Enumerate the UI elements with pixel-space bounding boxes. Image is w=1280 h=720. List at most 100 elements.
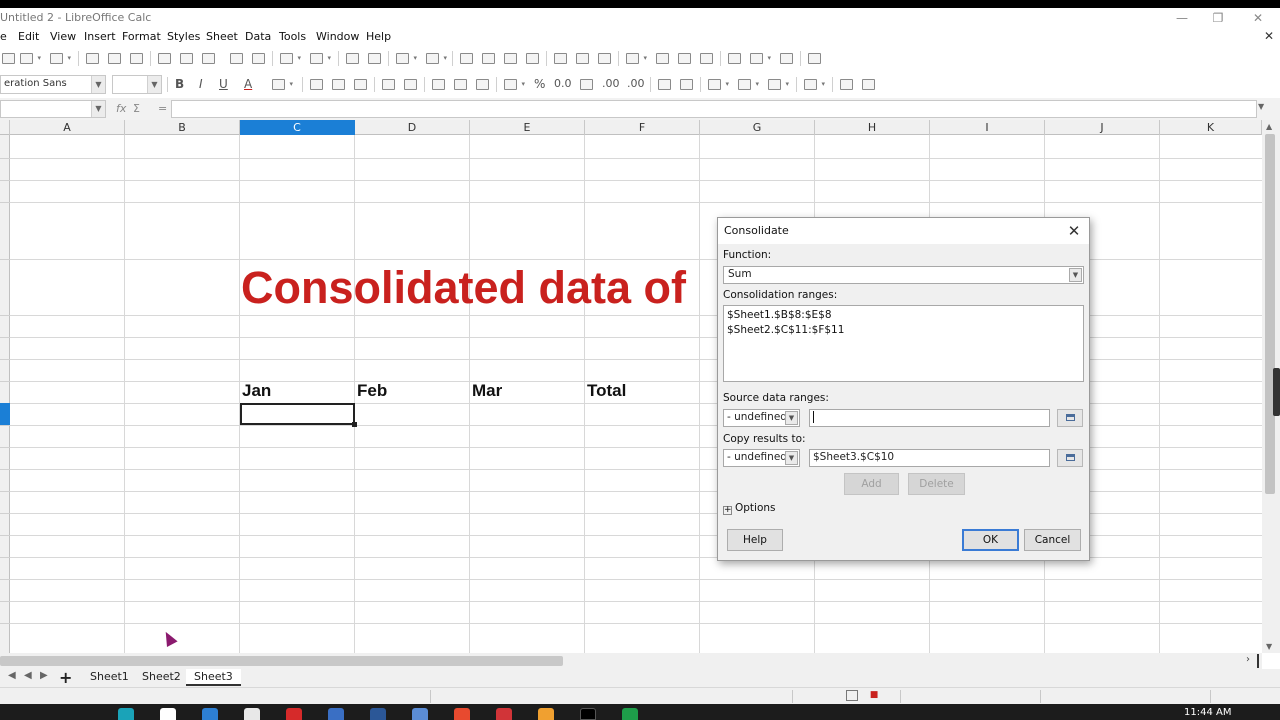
add-decimal-button[interactable]: .00: [602, 77, 620, 90]
minimize-button[interactable]: —: [1164, 10, 1200, 26]
next-sheet-icon[interactable]: ▶: [40, 670, 48, 681]
taskbar-app-icon[interactable]: [244, 708, 260, 720]
split-window-icon[interactable]: [778, 50, 795, 67]
menu-view[interactable]: View: [50, 30, 76, 43]
tab-sheet1[interactable]: Sheet1: [82, 669, 137, 686]
header-cell-jan[interactable]: Jan: [242, 381, 271, 401]
font-color-button[interactable]: A: [244, 77, 252, 91]
pivot-table-icon[interactable]: [596, 50, 613, 67]
headers-footers-icon[interactable]: [698, 50, 715, 67]
document-close-button[interactable]: ✕: [1264, 29, 1274, 43]
row-header-selected[interactable]: [0, 403, 10, 425]
first-sheet-icon[interactable]: ◀: [8, 670, 16, 681]
taskbar-app-icon[interactable]: [370, 708, 386, 720]
cut-icon[interactable]: [156, 50, 173, 67]
chevron-down-icon[interactable]: ▼: [91, 76, 105, 93]
special-character-icon[interactable]: ▾: [624, 50, 647, 67]
font-size-combo[interactable]: ▼: [112, 75, 162, 94]
column-header-a[interactable]: A: [10, 120, 125, 135]
define-print-area-icon[interactable]: [726, 50, 743, 67]
sidebar-toggle-handle[interactable]: [1273, 368, 1280, 416]
taskbar-app-icon[interactable]: [328, 708, 344, 720]
spelling-icon[interactable]: [366, 50, 383, 67]
clear-formatting-icon[interactable]: [250, 50, 267, 67]
percent-format-button[interactable]: %: [534, 77, 545, 91]
add-sheet-button[interactable]: +: [59, 668, 72, 687]
new-icon[interactable]: [0, 50, 17, 67]
scrollbar-splitter[interactable]: [1257, 654, 1259, 668]
menu-sheet[interactable]: Sheet: [206, 30, 238, 43]
sort-ascending-icon[interactable]: [480, 50, 497, 67]
column-header-f[interactable]: F: [585, 120, 700, 135]
window-close-button[interactable]: ✕: [1240, 10, 1276, 26]
horizontal-scroll-thumb[interactable]: [0, 656, 563, 666]
chevron-down-icon[interactable]: ▼: [785, 451, 798, 465]
column-header-k[interactable]: K: [1160, 120, 1262, 135]
show-draw-functions-icon[interactable]: [806, 50, 823, 67]
column-header-c[interactable]: C: [240, 120, 355, 135]
taskbar-app-icon[interactable]: [160, 708, 176, 720]
sum-button[interactable]: Σ: [133, 102, 140, 115]
comment-icon[interactable]: [676, 50, 693, 67]
taskbar-app-icon[interactable]: [538, 708, 554, 720]
row-headers[interactable]: [0, 135, 10, 653]
taskbar-app-icon[interactable]: [496, 708, 512, 720]
source-shrink-button[interactable]: [1057, 409, 1083, 427]
scroll-down-icon[interactable]: ▼: [1266, 642, 1272, 651]
open-icon[interactable]: ▾: [18, 50, 41, 67]
column-header-j[interactable]: J: [1045, 120, 1160, 135]
source-range-select[interactable]: - undefined - ▼: [723, 409, 800, 427]
horizontal-scrollbar[interactable]: ›: [0, 653, 1262, 669]
header-cell-feb[interactable]: Feb: [357, 381, 387, 401]
selection-mode-icon[interactable]: [846, 690, 858, 701]
consolidation-ranges-list[interactable]: $Sheet1.$B$8:$E$8 $Sheet2.$C$11:$F$11: [723, 305, 1084, 382]
font-name-combo[interactable]: eration Sans ▼: [0, 75, 106, 94]
highlight-color-icon[interactable]: ▾: [270, 76, 293, 93]
save-icon[interactable]: ▾: [48, 50, 71, 67]
italic-button[interactable]: I: [199, 77, 203, 91]
print-preview-icon[interactable]: [128, 50, 145, 67]
previous-sheet-icon[interactable]: ◀: [24, 670, 32, 681]
active-cell-cursor[interactable]: [240, 403, 357, 427]
delete-button[interactable]: Delete: [908, 473, 965, 495]
insert-chart-icon[interactable]: [574, 50, 591, 67]
taskbar-app-icon[interactable]: [286, 708, 302, 720]
paste-icon[interactable]: [200, 50, 217, 67]
increase-indent-icon[interactable]: [656, 76, 673, 93]
align-right-icon[interactable]: [352, 76, 369, 93]
redo-icon[interactable]: ▾: [308, 50, 331, 67]
chevron-down-icon[interactable]: ▼: [785, 411, 798, 425]
column-header-e[interactable]: E: [470, 120, 585, 135]
taskbar-app-icon[interactable]: [412, 708, 428, 720]
number-format-button[interactable]: 0.0: [554, 77, 572, 90]
align-bottom-icon[interactable]: [474, 76, 491, 93]
ok-button[interactable]: OK: [962, 529, 1019, 551]
merge-center-icon[interactable]: [402, 76, 419, 93]
hyperlink-icon[interactable]: [654, 50, 671, 67]
chevron-down-icon[interactable]: ▼: [1069, 268, 1082, 282]
taskbar-app-icon[interactable]: [118, 708, 134, 720]
menu-data[interactable]: Data: [245, 30, 271, 43]
list-item[interactable]: $Sheet2.$C$11:$F$11: [727, 323, 1080, 338]
taskbar-app-icon[interactable]: [580, 708, 596, 720]
chevron-down-icon[interactable]: ▼: [147, 76, 161, 93]
find-replace-icon[interactable]: [344, 50, 361, 67]
align-center-icon[interactable]: [330, 76, 347, 93]
formula-button[interactable]: =: [158, 102, 167, 115]
name-box[interactable]: ▼: [0, 100, 106, 118]
column-header-d[interactable]: D: [355, 120, 470, 135]
vertical-scroll-thumb[interactable]: [1265, 134, 1275, 494]
taskbar-app-icon[interactable]: [202, 708, 218, 720]
copy-results-select[interactable]: - undefined - ▼: [723, 449, 800, 467]
chevron-down-icon[interactable]: ▼: [91, 101, 105, 117]
decrease-indent-icon[interactable]: [678, 76, 695, 93]
menu-window[interactable]: Window: [316, 30, 359, 43]
wrap-text-icon[interactable]: [380, 76, 397, 93]
border-color-icon[interactable]: ▾: [766, 76, 789, 93]
autofilter-icon[interactable]: [524, 50, 541, 67]
select-all-corner[interactable]: [0, 120, 10, 135]
tab-sheet3[interactable]: Sheet3: [186, 669, 241, 686]
menu-edit[interactable]: Edit: [18, 30, 39, 43]
header-cell-mar[interactable]: Mar: [472, 381, 502, 401]
sheet-title-cell[interactable]: Consolidated data of: [241, 262, 686, 314]
